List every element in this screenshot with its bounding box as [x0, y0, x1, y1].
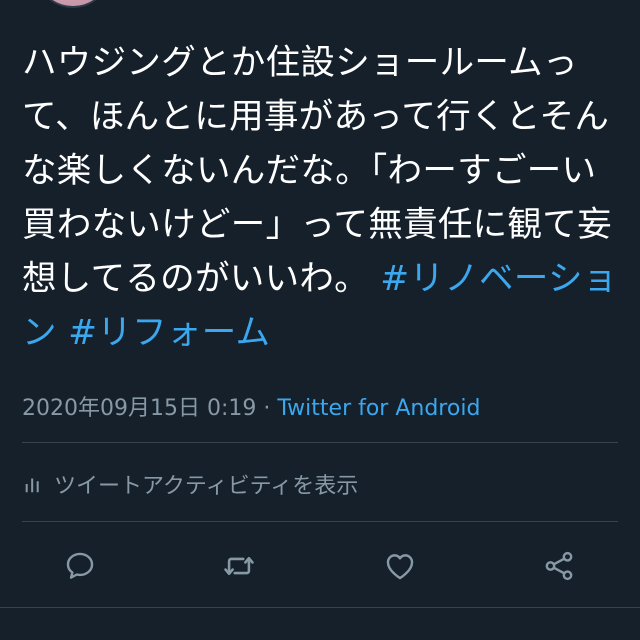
divider	[22, 521, 618, 522]
reply-icon	[66, 552, 94, 579]
meta-separator: ·	[263, 396, 271, 421]
retweet-icon	[224, 556, 254, 576]
tweet-action-bar	[0, 540, 640, 592]
bar-chart-icon	[25, 478, 39, 493]
tweet-meta: 2020年09月15日 0:19 · Twitter for Android	[22, 390, 480, 422]
share-icon	[545, 551, 573, 581]
tweet-text: ハウジングとか住設ショールームって、ほんとに用事があって行くとそんな楽しくないん…	[22, 36, 622, 360]
divider	[0, 607, 640, 608]
divider	[22, 442, 618, 443]
tweet-source-link[interactable]: Twitter for Android	[277, 396, 480, 421]
reply-button[interactable]	[54, 540, 106, 592]
tweet-activity-button[interactable]: ツイートアクティビティを表示	[22, 464, 358, 504]
share-button[interactable]	[533, 540, 585, 592]
heart-icon	[386, 554, 414, 580]
tweet-timestamp: 2020年09月15日 0:19	[22, 396, 257, 421]
hashtag-reform-link[interactable]: #リフォーム	[68, 313, 270, 353]
retweet-button[interactable]	[213, 540, 265, 592]
avatar[interactable]	[34, 0, 112, 8]
tweet-detail-screen: ハウジングとか住設ショールームって、ほんとに用事があって行くとそんな楽しくないん…	[0, 0, 640, 640]
like-button[interactable]	[374, 540, 426, 592]
tweet-activity-label: ツイートアクティビティを表示	[54, 474, 359, 499]
